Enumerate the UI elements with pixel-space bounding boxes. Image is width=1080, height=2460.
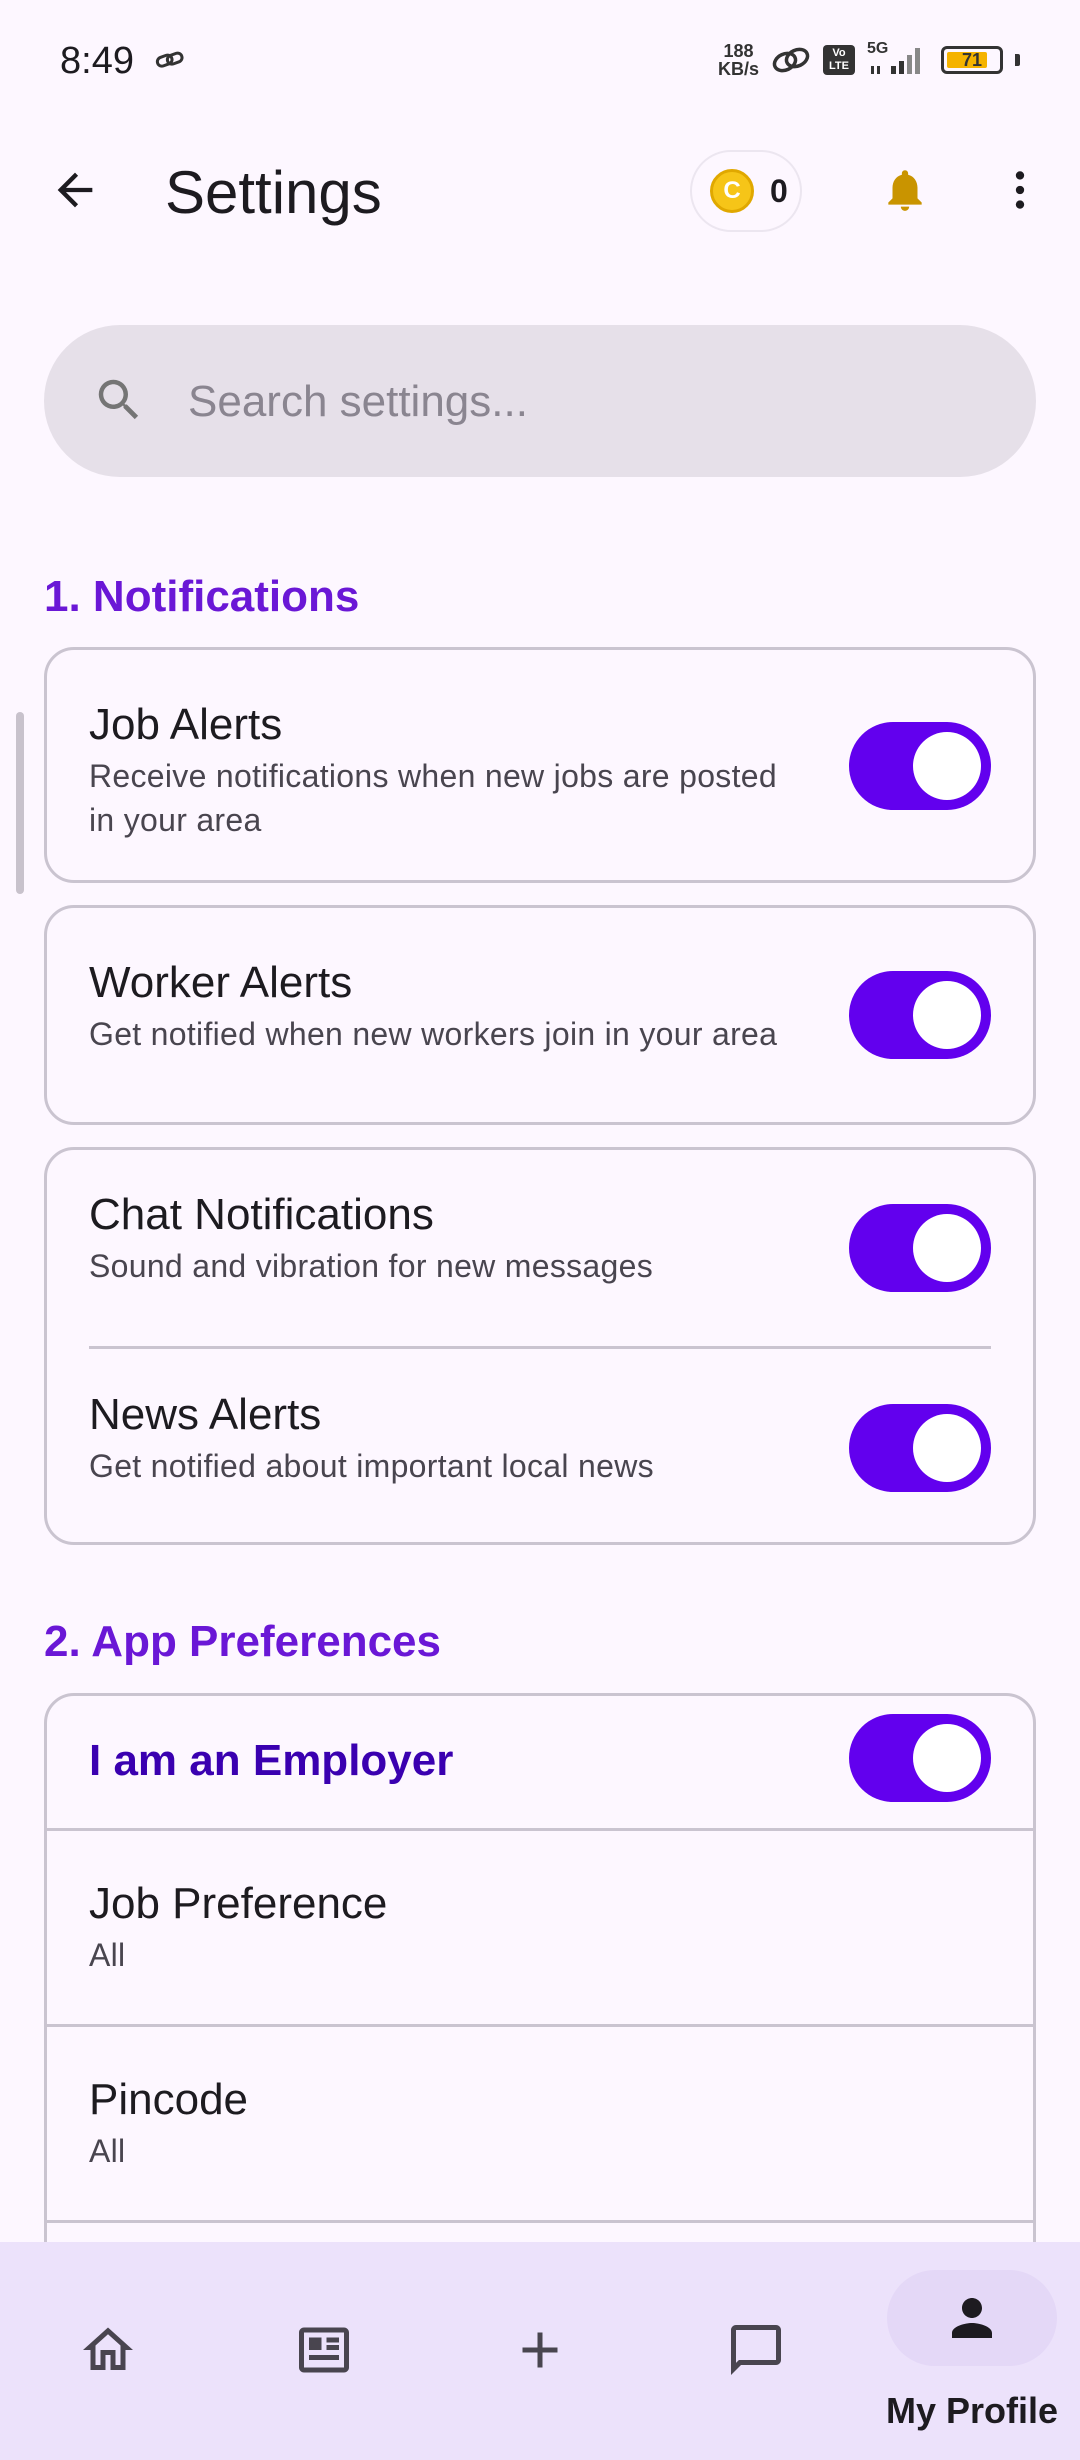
notifications-button[interactable] <box>870 155 940 225</box>
link-icon <box>155 50 185 75</box>
job-preference-value: All <box>89 1937 126 1973</box>
job-alerts-toggle[interactable] <box>849 722 991 810</box>
search-input[interactable] <box>186 325 990 479</box>
nav-add[interactable] <box>432 2242 648 2460</box>
bell-icon <box>888 170 922 211</box>
back-button[interactable] <box>40 155 110 225</box>
more-options-button[interactable] <box>985 155 1055 225</box>
app-preferences-card: I am an Employer Job Preference All Pinc… <box>44 1693 1036 2293</box>
person-icon <box>952 2298 992 2338</box>
nav-home[interactable] <box>0 2242 216 2460</box>
coin-count: 0 <box>770 172 788 209</box>
section-title-notifications: 1. Notifications <box>44 572 360 621</box>
chat-notifications-toggle[interactable] <box>849 1204 991 1292</box>
volte-icon: Vo LTE <box>823 45 855 75</box>
chat-notifications-subtitle: Sound and vibration for new messages <box>89 1248 654 1284</box>
battery-tip <box>1015 54 1020 66</box>
nav-chat[interactable] <box>648 2242 864 2460</box>
nav-my-profile[interactable]: My Profile <box>864 2242 1080 2460</box>
divider <box>89 1346 991 1349</box>
status-time: 8:49 <box>60 40 134 82</box>
signal-icon: 5G <box>867 40 929 76</box>
job-alerts-title: Job Alerts <box>89 700 283 749</box>
employer-toggle[interactable] <box>849 1714 991 1802</box>
news-icon <box>299 2327 349 2373</box>
pincode-row[interactable]: Pincode All <box>47 2027 1033 2217</box>
job-preference-row[interactable]: Job Preference All <box>47 1831 1033 2021</box>
add-icon <box>522 2332 558 2368</box>
job-preference-title: Job Preference <box>89 1879 388 1928</box>
section-title-app-preferences: 2. App Preferences <box>44 1617 441 1666</box>
employer-label: I am an Employer <box>89 1736 454 1785</box>
pincode-value: All <box>89 2133 126 2169</box>
job-alerts-subtitle-line2: in your area <box>89 802 262 838</box>
chat-icon <box>731 2325 781 2375</box>
battery-icon: 71 <box>941 46 1003 74</box>
job-alerts-card: Job Alerts Receive notifications when ne… <box>44 647 1036 883</box>
bottom-navigation: My Profile <box>0 2242 1080 2460</box>
news-alerts-subtitle: Get notified about important local news <box>89 1448 654 1484</box>
status-indicators: 188 KB/s Vo LTE 5G 71 <box>717 40 1020 79</box>
news-alerts-toggle[interactable] <box>849 1404 991 1492</box>
coin-icon: C <box>710 169 754 213</box>
chat-news-card: Chat Notifications Sound and vibration f… <box>44 1147 1036 1545</box>
network-speed: 188 KB/s <box>717 41 759 79</box>
arrow-back-icon <box>57 172 93 208</box>
chat-notifications-title: Chat Notifications <box>89 1190 434 1239</box>
home-icon <box>83 2327 133 2370</box>
job-alerts-subtitle-line1: Receive notifications when new jobs are … <box>89 758 777 794</box>
worker-alerts-title: Worker Alerts <box>89 958 353 1007</box>
news-alerts-title: News Alerts <box>89 1390 322 1439</box>
pincode-title: Pincode <box>89 2075 249 2124</box>
page-title: Settings <box>165 159 382 226</box>
worker-alerts-subtitle: Get notified when new workers join in yo… <box>89 1016 778 1052</box>
worker-alerts-toggle[interactable] <box>849 971 991 1059</box>
search-bar[interactable] <box>44 325 1036 479</box>
scrollbar[interactable] <box>16 712 24 894</box>
nav-my-profile-label: My Profile <box>885 2390 1059 2431</box>
coin-balance-chip[interactable]: C 0 <box>690 150 802 232</box>
search-icon <box>92 373 146 432</box>
more-vert-icon <box>1015 171 1025 209</box>
divider <box>47 2220 1033 2223</box>
nav-news[interactable] <box>216 2242 432 2460</box>
worker-alerts-card: Worker Alerts Get notified when new work… <box>44 905 1036 1125</box>
hotspot-link-icon <box>772 47 810 73</box>
